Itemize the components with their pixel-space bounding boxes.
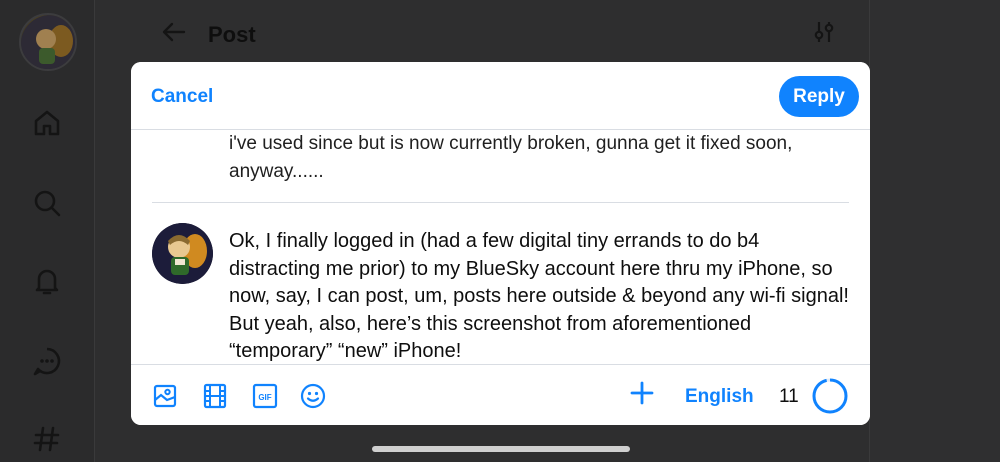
composer-toolbar: GIF English 11 bbox=[131, 364, 870, 425]
home-indicator[interactable] bbox=[372, 446, 630, 452]
chat-icon[interactable] bbox=[30, 344, 64, 378]
emoji-icon[interactable] bbox=[300, 383, 326, 409]
avatar bbox=[152, 223, 213, 284]
search-icon[interactable] bbox=[30, 186, 64, 220]
sliders-icon[interactable] bbox=[810, 18, 838, 46]
character-count: 11 bbox=[779, 386, 799, 407]
home-icon[interactable] bbox=[30, 106, 64, 140]
quoted-line: anyway...... bbox=[229, 161, 324, 182]
reply-button[interactable]: Reply bbox=[779, 76, 859, 117]
gif-icon[interactable]: GIF bbox=[252, 383, 278, 409]
page-title: Post bbox=[208, 21, 256, 47]
left-rail bbox=[0, 0, 94, 462]
back-arrow-icon[interactable] bbox=[160, 18, 188, 51]
cancel-button[interactable]: Cancel bbox=[151, 86, 213, 108]
reply-composer-modal: Cancel Reply i've used since but is now … bbox=[131, 62, 870, 425]
post-header: Post bbox=[160, 18, 256, 51]
bell-icon[interactable] bbox=[30, 264, 64, 298]
video-icon[interactable] bbox=[202, 383, 228, 409]
image-icon[interactable] bbox=[152, 383, 178, 409]
quoted-line: i've used since but is now currently bro… bbox=[229, 133, 793, 154]
app-screen: Post Cancel Reply i've used since but is… bbox=[0, 0, 1000, 462]
profile-avatar[interactable] bbox=[19, 13, 77, 71]
gif-label: GIF bbox=[258, 393, 271, 402]
plus-icon[interactable] bbox=[628, 379, 656, 407]
hashtag-icon[interactable] bbox=[30, 422, 64, 456]
progress-ring-icon bbox=[811, 377, 849, 415]
language-selector[interactable]: English bbox=[685, 386, 754, 408]
quoted-post-text: i've used since but is now currently bro… bbox=[229, 130, 849, 186]
modal-header: Cancel Reply bbox=[131, 62, 870, 130]
reply-text-input[interactable]: Ok, I finally logged in (had a few digit… bbox=[229, 228, 854, 366]
divider bbox=[152, 202, 849, 203]
